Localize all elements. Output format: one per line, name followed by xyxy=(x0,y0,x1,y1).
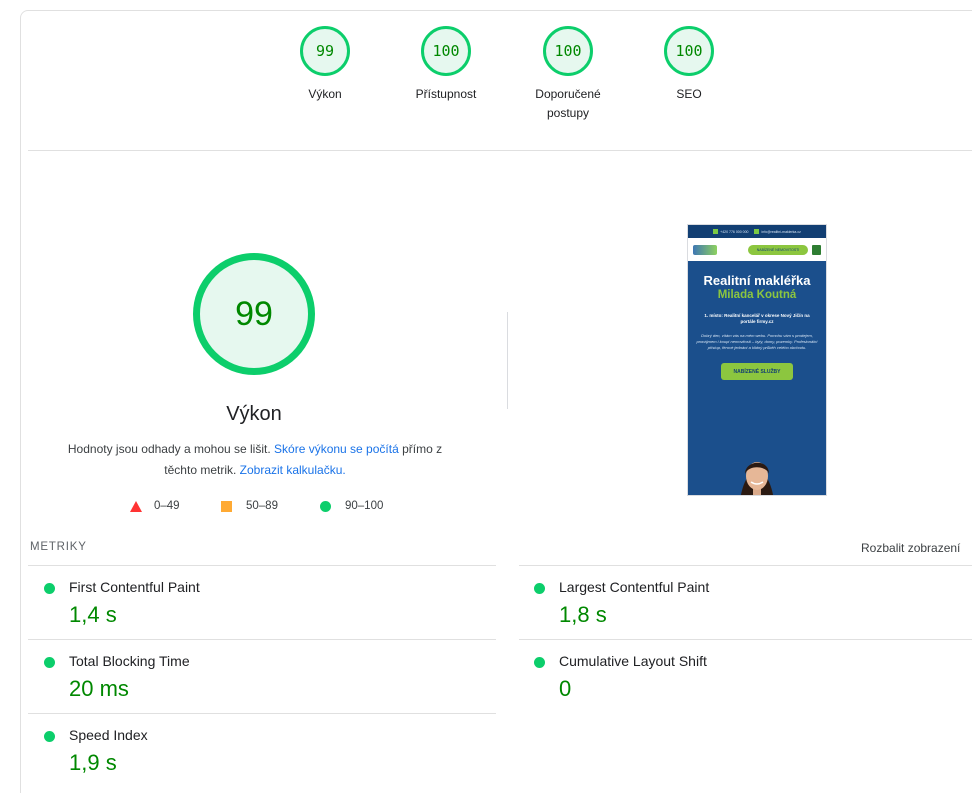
metric-value: 0 xyxy=(559,676,572,701)
pass-indicator-icon xyxy=(44,657,55,668)
gauge-score: 99 xyxy=(300,26,350,76)
metric-value: 20 ms xyxy=(69,676,129,701)
thumb-topbar: +420 776 000 000 info@realitni-maklerka.… xyxy=(688,225,826,238)
thumb-logo xyxy=(693,244,717,255)
thumb-headline: Realitní makléřka xyxy=(703,273,811,288)
metrics-divider xyxy=(519,639,972,640)
mail-icon xyxy=(754,229,760,234)
gauge-score: 100 xyxy=(664,26,714,76)
gauge-label: Doporučené postupy xyxy=(535,87,601,120)
circle-icon xyxy=(320,500,331,512)
pass-indicator-icon xyxy=(44,583,55,594)
phone-icon xyxy=(713,229,719,234)
legend-fail: 0–49 xyxy=(130,500,180,512)
metric-name: Speed Index xyxy=(69,727,148,743)
metric-value: 1,8 s xyxy=(559,602,607,627)
header-divider xyxy=(28,150,972,151)
metrics-divider xyxy=(28,713,496,714)
portrait-image xyxy=(740,462,774,495)
thumb-phone-text: +420 776 000 000 xyxy=(720,229,749,234)
legend-average: 50–89 xyxy=(221,500,278,512)
performance-description: Hodnoty jsou odhady a mohou se lišit. Sk… xyxy=(55,439,455,481)
legend-range: 90–100 xyxy=(345,500,384,512)
metric-value: 1,4 s xyxy=(69,602,117,627)
performance-title: Výkon xyxy=(226,403,282,425)
gauge-label: Výkon xyxy=(308,87,342,101)
thumb-email-text: info@realitni-maklerka.cz xyxy=(761,229,801,234)
thumb-phone: +420 776 000 000 xyxy=(713,229,748,234)
gauge-score: 100 xyxy=(543,26,593,76)
thumb-navbar: NABÍZENÉ NEMOVITOSTI xyxy=(688,238,826,261)
thumb-cta-button: NABÍZENÉ SLUŽBY xyxy=(721,363,793,380)
gauge-best-practices[interactable]: 100 Doporučené postupy xyxy=(513,26,623,123)
thumb-name: Milada Koutná xyxy=(717,289,797,301)
thumb-paragraph: Dobrý den, vítám vás na mém webu. Pomohu… xyxy=(696,333,818,350)
metrics-divider xyxy=(519,565,972,566)
gauge-seo[interactable]: 100 SEO xyxy=(634,26,744,104)
gauge-label: Přístupnost xyxy=(415,87,477,101)
metric-name: Total Blocking Time xyxy=(69,653,190,669)
metrics-divider xyxy=(28,565,496,566)
calculator-link[interactable]: Zobrazit kalkulačku. xyxy=(240,463,346,477)
vertical-divider xyxy=(507,312,508,409)
final-screenshot[interactable]: +420 776 000 000 info@realitni-maklerka.… xyxy=(687,224,827,496)
triangle-icon xyxy=(130,500,142,512)
metric-name: Cumulative Layout Shift xyxy=(559,653,707,669)
thumb-hero: Realitní makléřka Milada Koutná 1. místo… xyxy=(688,261,826,495)
report-card xyxy=(20,10,972,793)
gauge-accessibility[interactable]: 100 Přístupnost xyxy=(391,26,501,104)
square-icon xyxy=(221,500,232,512)
hamburger-icon xyxy=(812,244,821,255)
metrics-divider xyxy=(28,639,496,640)
legend-pass: 90–100 xyxy=(320,500,383,512)
legend-range: 0–49 xyxy=(154,500,180,512)
gauge-label: SEO xyxy=(676,87,702,101)
expand-view-toggle[interactable]: Rozbalit zobrazení xyxy=(861,541,960,555)
pass-indicator-icon xyxy=(534,583,545,594)
score-calculation-link[interactable]: Skóre výkonu se počítá xyxy=(274,442,399,456)
metrics-heading: METRIKY xyxy=(30,541,87,553)
thumb-email: info@realitni-maklerka.cz xyxy=(754,229,801,234)
description-text: Hodnoty jsou odhady a mohou se lišit. xyxy=(67,442,275,456)
legend-range: 50–89 xyxy=(246,500,278,512)
metric-name: First Contentful Paint xyxy=(69,579,200,595)
performance-score-gauge: 99 xyxy=(193,253,315,375)
thumb-nav-button: NABÍZENÉ NEMOVITOSTI xyxy=(748,244,808,255)
metric-name: Largest Contentful Paint xyxy=(559,579,710,595)
pass-indicator-icon xyxy=(44,731,55,742)
gauge-score: 100 xyxy=(421,26,471,76)
thumb-subheading: 1. místo: Realitní kancelář v okrese Nov… xyxy=(704,313,810,324)
gauge-performance[interactable]: 99 Výkon xyxy=(270,26,380,104)
metric-value: 1,9 s xyxy=(69,750,117,775)
pass-indicator-icon xyxy=(534,657,545,668)
